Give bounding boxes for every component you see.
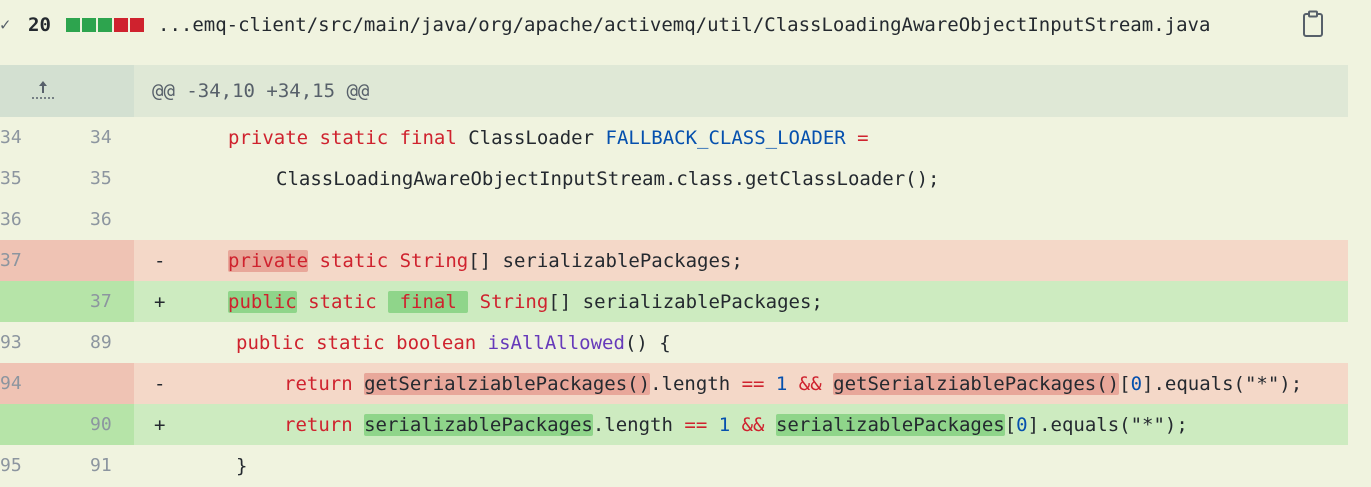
context-line: 93 89 public static boolean isAllAllowed()… bbox=[0, 322, 1348, 363]
file-path-link[interactable]: ...emq-client/src/main/java/org/apache/a… bbox=[158, 14, 1210, 36]
code-token: String bbox=[468, 290, 549, 313]
context-line: 95 91} bbox=[0, 445, 1348, 486]
code-token: 1 bbox=[707, 413, 742, 436]
code-token: private static final bbox=[228, 126, 469, 149]
code-line: public static final String[] serializabl… bbox=[228, 290, 823, 313]
code-token: ].equals("*"); bbox=[1027, 413, 1188, 436]
diffstat-bar bbox=[82, 18, 96, 32]
new-line-number[interactable]: 37 bbox=[90, 281, 120, 322]
added-line: 37 + public static final String[] serializ… bbox=[0, 281, 1348, 322]
code-token: && bbox=[798, 372, 822, 395]
hunk-header: @@ -34,10 +34,15 @@ bbox=[0, 65, 1348, 117]
code-line: private static final ClassLoader FALLBAC… bbox=[228, 127, 869, 149]
removed-line: 37 - private static String[] serializableP… bbox=[0, 240, 1348, 281]
removed-line: 94- return getSerialziablePackages().leng… bbox=[0, 363, 1348, 404]
code-token: .length bbox=[650, 372, 742, 395]
code-token: [ bbox=[1004, 413, 1017, 436]
new-line-number[interactable]: 34 bbox=[90, 117, 120, 158]
changed-token: serializablePackages bbox=[364, 413, 593, 436]
code-line: } bbox=[236, 455, 247, 477]
changed-token: private bbox=[228, 249, 309, 272]
new-line-number[interactable] bbox=[90, 240, 120, 281]
diff-marker: - bbox=[154, 249, 166, 272]
diffstat-bars bbox=[66, 18, 144, 32]
old-line-number[interactable]: 93 bbox=[0, 322, 24, 363]
collapse-chevron-icon[interactable]: ✓ bbox=[0, 15, 20, 35]
diff-table: @@ -34,10 +34,15 @@ 34 34 private static f… bbox=[0, 65, 1348, 486]
code-token: return bbox=[284, 372, 365, 395]
code-token: static bbox=[308, 249, 400, 272]
code-token: [ bbox=[1119, 372, 1131, 395]
code-token: 0 bbox=[1130, 372, 1143, 395]
context-line: 36 36 bbox=[0, 199, 1348, 240]
diff-marker: + bbox=[154, 290, 166, 313]
code-token: public static boolean bbox=[236, 331, 488, 354]
code-token: == bbox=[741, 372, 765, 395]
code-token: FALLBACK_CLASS_LOADER bbox=[605, 126, 846, 149]
code-token: ].equals("*"); bbox=[1142, 372, 1303, 395]
code-token: == bbox=[684, 413, 708, 436]
context-line: 35 35 ClassLoadingAwareObjectInputStream.c… bbox=[0, 158, 1348, 199]
changed-token: public bbox=[228, 290, 297, 313]
diffstat-bar bbox=[66, 18, 80, 32]
hunk-gutter bbox=[0, 65, 134, 117]
code-token: getClassLoader bbox=[745, 167, 906, 190]
old-line-number[interactable]: 37 bbox=[0, 240, 24, 281]
code-token: isAllAllowed bbox=[487, 331, 625, 354]
expand-up-icon[interactable] bbox=[30, 77, 56, 103]
code-token: .class. bbox=[664, 167, 746, 190]
code-line: return serializablePackages.length == 1 … bbox=[284, 413, 1188, 436]
context-line: 34 34 private static final ClassLoader FAL… bbox=[0, 117, 1348, 158]
code-token: .length bbox=[592, 413, 685, 436]
code-line: ClassLoadingAwareObjectInputStream.class… bbox=[276, 168, 940, 190]
old-line-number[interactable]: 35 bbox=[0, 158, 24, 199]
code-line: return getSerialziablePackages().length … bbox=[284, 372, 1303, 395]
new-line-number[interactable]: 36 bbox=[90, 199, 120, 240]
new-line-number[interactable]: 91 bbox=[90, 445, 120, 486]
code-token: } bbox=[236, 454, 248, 477]
code-token: = bbox=[845, 126, 869, 149]
code-token: (); bbox=[905, 167, 940, 190]
hunk-range: @@ -34,10 +34,15 @@ bbox=[152, 80, 370, 102]
code-token: ClassLoader bbox=[468, 126, 606, 149]
diff-marker: - bbox=[154, 372, 166, 395]
changed-token: getSerialziablePackages() bbox=[833, 372, 1120, 395]
clipboard-icon[interactable] bbox=[1301, 10, 1325, 38]
old-line-number[interactable]: 36 bbox=[0, 199, 24, 240]
code-token: [] serializablePackages; bbox=[468, 249, 743, 272]
old-line-number[interactable]: 95 bbox=[0, 445, 24, 486]
new-line-number[interactable]: 35 bbox=[90, 158, 120, 199]
file-header: ✓ 20 ...emq-client/src/main/java/org/apa… bbox=[0, 0, 1371, 50]
diff-lines: 34 34 private static final ClassLoader FAL… bbox=[0, 117, 1348, 486]
new-line-number[interactable] bbox=[90, 363, 120, 404]
diff-marker: + bbox=[154, 413, 166, 436]
code-token: ClassLoadingAwareObjectInputStream bbox=[276, 167, 665, 190]
old-line-number[interactable]: 34 bbox=[0, 117, 24, 158]
new-line-number[interactable]: 89 bbox=[90, 322, 120, 363]
code-token: 1 bbox=[764, 372, 799, 395]
changed-token: getSerialziablePackages() bbox=[364, 372, 651, 395]
code-line: public static boolean isAllAllowed() { bbox=[236, 332, 671, 354]
diffstat-bar bbox=[114, 18, 128, 32]
old-line-number[interactable] bbox=[0, 281, 24, 322]
new-line-number[interactable]: 90 bbox=[90, 404, 120, 445]
diffstat-bar bbox=[130, 18, 144, 32]
old-line-number[interactable]: 94 bbox=[0, 363, 24, 404]
code-token: String bbox=[399, 249, 469, 272]
code-token: return bbox=[284, 413, 365, 436]
code-token: 0 bbox=[1016, 413, 1028, 436]
code-token: () { bbox=[624, 331, 671, 354]
diffstat-bar bbox=[98, 18, 112, 32]
change-count: 20 bbox=[28, 14, 51, 36]
code-token: [] serializablePackages; bbox=[548, 290, 823, 313]
changed-token: final bbox=[388, 290, 469, 313]
old-line-number[interactable] bbox=[0, 404, 24, 445]
code-token: && bbox=[741, 413, 765, 436]
code-token: static bbox=[296, 290, 389, 313]
added-line: 90 + return serializablePackages.length ==… bbox=[0, 404, 1348, 445]
changed-token: serializablePackages bbox=[775, 413, 1005, 436]
code-line: private static String[] serializablePack… bbox=[228, 249, 743, 272]
